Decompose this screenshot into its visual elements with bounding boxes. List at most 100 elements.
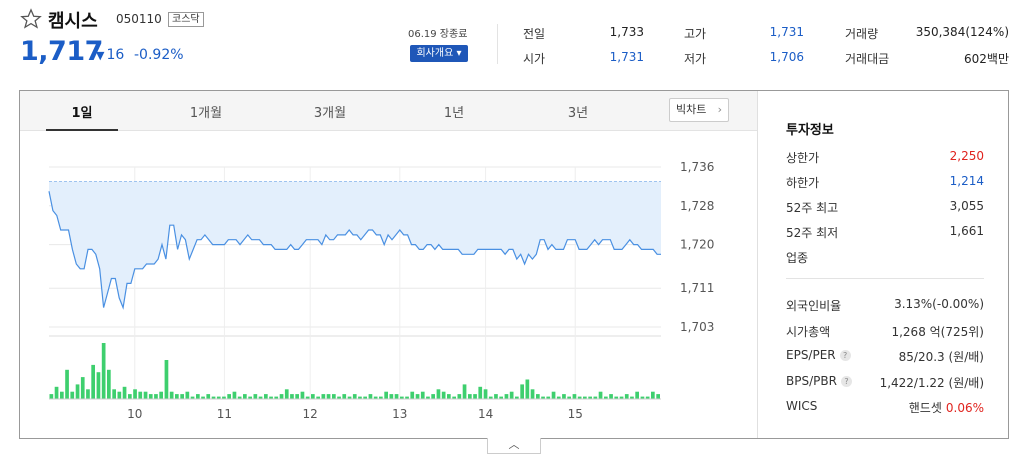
market-badge: 코스닥 [168,12,204,27]
volume-bar [86,389,90,399]
info-label: 상한가 [786,151,820,165]
quote-label: 시가 [523,52,546,66]
info-label: 하한가 [786,176,820,190]
volume-bar [431,394,435,399]
volume-bar [284,389,289,399]
volume-bar [562,394,566,399]
info-row: WICS 핸드셋 0.06% [786,399,984,415]
volume-bar [436,389,441,399]
volume-bar [101,343,106,399]
volume-bar [609,394,613,399]
info-value: 2,250 [949,149,984,163]
x-tick-label: 13 [392,407,407,421]
volume-bar [49,394,54,399]
caret-down-icon: ▾ [456,48,462,59]
company-overview-button[interactable]: 회사개요 ▾ [410,45,468,62]
info-label-text: 외국인비율 [786,299,842,313]
y-tick-label: 1,711 [680,281,714,295]
volume-bar [159,391,163,399]
volume-bar [551,391,556,399]
info-value: 85/20.3 (원/배) [899,348,984,365]
intraday-chart[interactable]: 1,736 1,728 1,720 1,711 1,703 10 11 12 13 14 15 [20,131,757,438]
volume-bar [494,394,498,399]
investment-info-title: 투자정보 [786,123,834,138]
volume-bar [342,394,347,399]
volume-bar [520,384,524,399]
info-value-text: 3.13%(-0.00%) [894,297,984,311]
info-label-text: EPS/PER [786,348,836,362]
investment-info: 투자정보 상한가 2,250 하한가 1,214 52주 최고 3,055 52주 최저 1,… [757,91,1008,438]
info-label: 외국인비율 [786,297,841,314]
volume-bar [112,389,116,399]
volume-bar [530,389,535,399]
volume-bar [473,394,477,399]
price-change-value: 16 [106,47,125,63]
volume-bar [279,394,284,399]
volume-bar [326,394,331,399]
info-label-text: WICS [786,399,818,413]
volume-bar [128,394,132,399]
tab-3-year[interactable]: 3년 [548,102,608,121]
chevron-right-icon: › [717,103,722,116]
stock-name: 캠시스 [48,11,98,32]
collapse-button[interactable]: ︿ [487,438,541,454]
info-value: 1,214 [949,174,984,188]
info-row: 52주 최저 1,661 [786,224,984,240]
volume-bar [54,386,59,399]
volume-bar [352,394,357,399]
help-icon[interactable]: ? [840,375,852,387]
volume-bar [243,394,247,399]
quote-label: 고가 [684,27,707,41]
x-tick-label: 12 [303,407,318,421]
info-label: 시가총액 [786,323,830,340]
info-row: 52주 최고 3,055 [786,199,984,215]
chevron-up-icon: ︿ [508,438,520,451]
volume-bar [332,394,336,399]
bigchart-button[interactable]: 빅차트 › [669,98,729,122]
volume-bar [389,394,394,399]
quote-value: 350,384(124%) [915,25,1009,39]
volume-bar [656,394,660,399]
info-label-text: 시가총액 [786,324,831,339]
tab-1-year[interactable]: 1년 [424,102,484,121]
stock-code: 050110 [116,12,162,26]
quote-value: 1,731 [609,50,644,64]
chart-panel: 1일 1개월 3개월 1년 3년 빅차트 › 1,736 1,728 1,720 1,7… [19,90,1009,439]
help-icon[interactable]: ? [839,350,851,361]
info-value: 3,055 [949,199,984,213]
favorite-star-icon[interactable] [20,8,42,30]
info-label: BPS/PBR? [786,374,852,388]
y-tick-label: 1,703 [680,320,714,334]
x-tick-label: 11 [217,407,232,421]
volume-bar [384,391,388,399]
info-label: WICS [786,399,817,413]
tab-3-month[interactable]: 3개월 [300,102,360,121]
volume-bar [169,391,174,399]
price-change-rate: -0.92% [134,47,184,63]
volume-bar [143,391,148,399]
volume-bar [264,394,268,399]
volume-bar [122,386,127,399]
info-row: 외국인비율 3.13%(-0.00%) [786,297,984,313]
quote-value: 1,733 [609,25,644,39]
volume-bar [478,386,483,399]
info-value-text: 핸드셋 [908,401,942,415]
tab-1-month[interactable]: 1개월 [176,102,236,121]
tab-1-day[interactable]: 1일 [52,102,112,121]
volume-bar [536,394,540,399]
volume-bar [420,391,425,399]
info-value: 3.13%(-0.00%) [894,297,984,311]
volume-bar [457,394,462,399]
quote-label: 전일 [523,27,546,41]
volume-bar [206,394,211,399]
volume-bar [154,394,158,399]
info-value-text: 1,268 억(725위) [891,324,984,339]
volume-bar [227,394,231,399]
volume-bar [185,391,190,399]
volume-bar [60,391,64,399]
period-tabs: 1일 1개월 3개월 1년 3년 빅차트 › [20,91,757,131]
sector-change: 0.06% [945,401,984,415]
volume-bar [394,394,399,399]
volume-bar [70,391,75,399]
down-arrow-icon: ▼ [96,49,105,62]
